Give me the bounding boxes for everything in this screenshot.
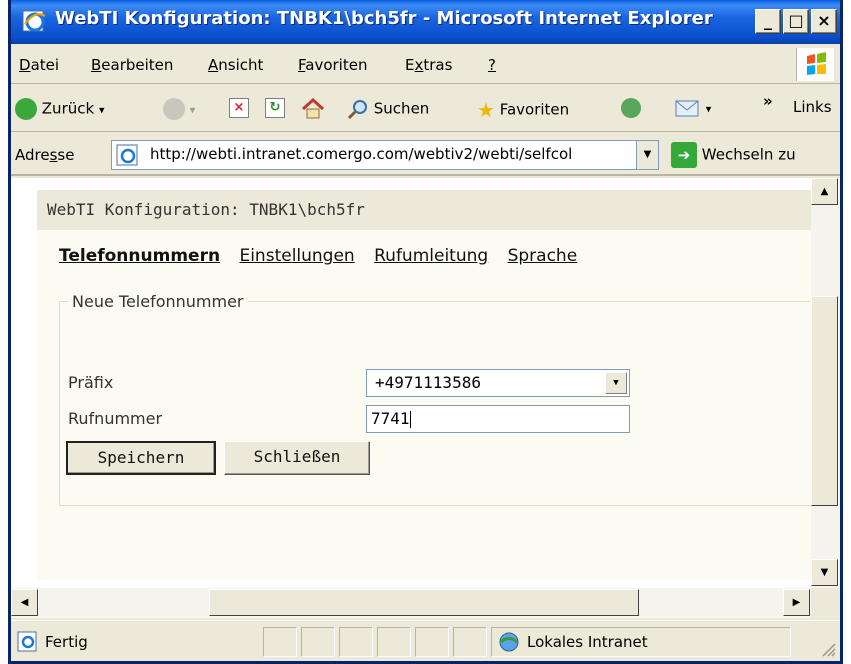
mail-button[interactable]: ▾: [675, 98, 711, 118]
favorites-button[interactable]: ★ Favoriten: [477, 98, 569, 122]
page-content: WebTI Konfiguration: TNBK1\bch5fr Telefo…: [11, 178, 811, 588]
ie-page-icon: [17, 631, 37, 652]
back-dropdown-icon: ▾: [98, 103, 105, 117]
window-title: WebTI Konfiguration: TNBK1\bch5fr - Micr…: [55, 8, 713, 29]
forward-dropdown-icon: ▾: [189, 103, 196, 117]
maximize-button[interactable]: □: [783, 9, 809, 34]
status-text: Fertig: [45, 633, 88, 651]
refresh-icon: ↻: [265, 98, 285, 118]
tab-rufumleitung[interactable]: Rufumleitung: [374, 246, 488, 266]
title-bar[interactable]: WebTI Konfiguration: TNBK1\bch5fr - Micr…: [11, 0, 840, 44]
history-icon: [621, 98, 641, 118]
go-button[interactable]: ➔ Wechseln zu: [671, 142, 796, 168]
back-arrow-icon: [15, 98, 37, 120]
menu-extras[interactable]: Extras: [405, 56, 452, 74]
number-input[interactable]: 7741: [366, 405, 630, 433]
history-button[interactable]: [621, 98, 641, 118]
search-button[interactable]: Suchen: [347, 98, 429, 120]
zone-text: Lokales Intranet: [527, 633, 648, 651]
close-button[interactable]: ×: [811, 9, 837, 34]
scrollbar-corner: [811, 588, 840, 618]
tab-nav: Telefonnummern Einstellungen Rufumleitun…: [59, 246, 591, 266]
number-label: Rufnummer: [68, 409, 163, 428]
fieldset-legend: Neue Telefonnummer: [72, 292, 244, 311]
status-segment: [301, 627, 335, 657]
scroll-left-icon[interactable]: ◀: [11, 589, 38, 616]
scroll-down-icon[interactable]: ▼: [811, 559, 838, 586]
forward-button[interactable]: ▾: [163, 98, 195, 120]
horizontal-scroll-thumb[interactable]: [209, 589, 639, 616]
refresh-button[interactable]: ↻: [265, 98, 285, 118]
status-segment: [453, 627, 487, 657]
close-form-button[interactable]: Schließen: [224, 441, 370, 475]
horizontal-scrollbar[interactable]: ◀ ▶: [11, 588, 811, 618]
menu-bar: Datei Bearbeiten Ansicht Favoriten Extra…: [11, 46, 840, 84]
scroll-right-icon[interactable]: ▶: [783, 589, 810, 616]
chevron-down-icon[interactable]: ▼: [605, 372, 627, 394]
save-button[interactable]: Speichern: [66, 441, 216, 475]
address-dropdown-button[interactable]: ▼: [636, 141, 658, 169]
status-bar: Fertig Lokales Intranet: [11, 620, 840, 661]
status-segment: [415, 627, 449, 657]
vertical-scroll-thumb[interactable]: [811, 296, 838, 506]
browser-window: WebTI Konfiguration: TNBK1\bch5fr - Micr…: [8, 0, 843, 664]
address-input[interactable]: http://webti.intranet.comergo.com/webtiv…: [111, 140, 659, 170]
standard-toolbar: Zurück ▾ ▾ × ↻ Suchen ★ Favoriten ▾ » Li…: [11, 86, 840, 132]
prefix-select[interactable]: +4971113586 ▼: [366, 369, 630, 397]
forward-arrow-icon: [163, 98, 185, 120]
ie-page-icon: [116, 144, 138, 166]
status-segment: [339, 627, 373, 657]
page-body: Telefonnummern Einstellungen Rufumleitun…: [37, 230, 811, 580]
vertical-scrollbar[interactable]: ▲ ▼: [811, 178, 840, 588]
status-segment: [263, 627, 297, 657]
go-arrow-icon: ➔: [671, 142, 697, 168]
mail-dropdown-icon: ▾: [705, 102, 712, 116]
minimize-button[interactable]: _: [755, 9, 781, 34]
tab-telefonnummern[interactable]: Telefonnummern: [59, 246, 220, 266]
status-segment: [377, 627, 411, 657]
menu-favoriten[interactable]: Favoriten: [298, 56, 367, 74]
new-number-fieldset: Neue Telefonnummer Präfix +4971113586 ▼ …: [59, 292, 811, 506]
intranet-zone-icon: [499, 632, 519, 652]
back-button[interactable]: Zurück ▾: [15, 98, 104, 120]
menu-ansicht[interactable]: Ansicht: [208, 56, 263, 74]
resize-grip-icon[interactable]: [820, 641, 836, 657]
menu-help[interactable]: ?: [488, 56, 496, 74]
page-title: WebTI Konfiguration: TNBK1\bch5fr: [37, 190, 811, 230]
windows-logo-icon: [796, 48, 834, 81]
mail-icon: [675, 100, 699, 117]
text-caret: [409, 411, 411, 428]
links-button[interactable]: Links: [793, 98, 832, 116]
menu-bearbeiten[interactable]: Bearbeiten: [91, 56, 173, 74]
address-label: Adresse: [15, 146, 75, 164]
address-bar: Adresse http://webti.intranet.comergo.co…: [11, 134, 840, 176]
stop-button[interactable]: ×: [229, 98, 249, 118]
home-button[interactable]: [301, 97, 325, 120]
toolbar-chevron[interactable]: »: [763, 92, 773, 110]
scroll-up-icon[interactable]: ▲: [811, 178, 838, 205]
tab-sprache[interactable]: Sprache: [508, 246, 578, 266]
tab-einstellungen[interactable]: Einstellungen: [239, 246, 354, 266]
prefix-label: Präfix: [68, 373, 114, 392]
ie-page-icon: [22, 10, 46, 32]
home-icon: [301, 97, 325, 119]
star-icon: ★: [477, 98, 495, 122]
stop-icon: ×: [229, 98, 249, 118]
menu-datei[interactable]: Datei: [19, 56, 59, 74]
search-icon: [347, 100, 367, 120]
